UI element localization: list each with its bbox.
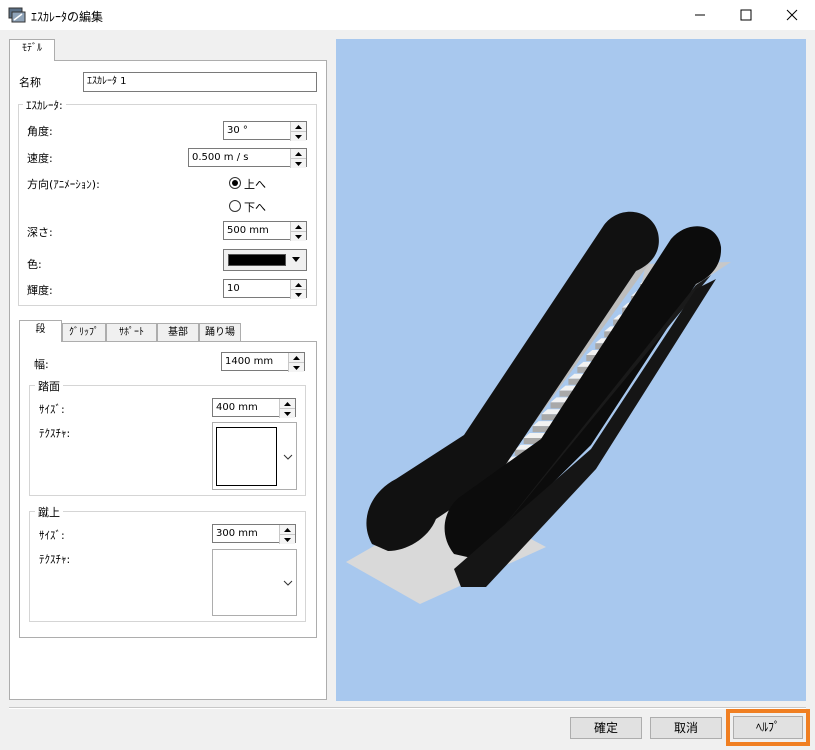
spin-up-icon[interactable] (291, 222, 306, 231)
subtab-base[interactable]: 基部 (157, 323, 199, 341)
tread-texture-preview (216, 427, 277, 486)
subtab-joint (20, 339, 61, 343)
spin-up-icon[interactable] (291, 122, 306, 131)
escalator-group-title: ｴｽｶﾚｰﾀ: (23, 97, 66, 113)
angle-stepper[interactable] (290, 122, 306, 141)
brightness-input[interactable]: 10 (223, 279, 307, 299)
chevron-down-icon (283, 580, 293, 586)
escalator-model (346, 211, 731, 604)
help-button[interactable]: ﾍﾙﾌﾟ (733, 716, 803, 739)
color-picker[interactable] (223, 249, 307, 271)
dropdown-arrow-icon (292, 257, 300, 262)
tread-size-input[interactable]: 400 mm (212, 398, 296, 418)
speed-label: 速度: (27, 152, 53, 165)
direction-label: 方向(ｱﾆﾒｰｼｮﾝ): (27, 178, 100, 191)
tread-size-label: ｻｲｽﾞ: (39, 403, 65, 416)
spin-down-icon[interactable] (291, 158, 306, 168)
spin-up-icon[interactable] (291, 149, 306, 158)
depth-value: 500 mm (227, 225, 269, 236)
footer-divider-highlight (9, 708, 806, 709)
color-label: 色: (27, 258, 42, 271)
riser-group-title: 蹴上 (35, 504, 63, 520)
minimize-icon (695, 14, 705, 16)
brightness-label: 輝度: (27, 284, 53, 297)
brightness-stepper[interactable] (290, 280, 306, 299)
riser-size-input[interactable]: 300 mm (212, 524, 296, 544)
spin-up-icon[interactable] (291, 280, 306, 289)
tread-texture-dropdown[interactable] (212, 422, 297, 490)
minimize-button[interactable] (677, 0, 723, 30)
chevron-down-icon (283, 454, 293, 460)
width-value: 1400 mm (225, 356, 274, 367)
title-bar: ｴｽｶﾚｰﾀの編集 (0, 0, 815, 30)
riser-size-value: 300 mm (216, 528, 258, 539)
depth-label: 深さ: (27, 226, 53, 239)
riser-size-label: ｻｲｽﾞ: (39, 529, 65, 542)
close-button[interactable] (769, 0, 815, 30)
angle-value: 30 ° (227, 125, 248, 136)
maximize-icon (740, 9, 752, 21)
width-stepper[interactable] (288, 353, 304, 372)
riser-size-stepper[interactable] (279, 525, 295, 544)
spin-down-icon[interactable] (280, 534, 295, 544)
tread-size-stepper[interactable] (279, 399, 295, 418)
riser-texture-dropdown[interactable] (212, 549, 297, 616)
color-swatch (228, 254, 286, 266)
direction-down-radio[interactable] (229, 200, 241, 212)
width-label: 幅: (34, 358, 49, 371)
escalator-app-icon (8, 7, 26, 23)
subtab-support[interactable]: ｻﾎﾟｰﾄ (106, 323, 157, 341)
spin-up-icon[interactable] (280, 399, 295, 408)
riser-texture-label: ﾃｸｽﾁｬ: (39, 553, 71, 566)
ok-button[interactable]: 確定 (570, 717, 642, 739)
speed-input[interactable]: 0.500 m / s (188, 148, 307, 168)
tread-size-value: 400 mm (216, 402, 258, 413)
tab-joint (10, 58, 54, 62)
angle-input[interactable]: 30 ° (223, 121, 307, 141)
subtab-grip[interactable]: ｸﾞﾘｯﾌﾟ (62, 323, 106, 341)
spin-up-icon[interactable] (280, 525, 295, 534)
name-label: 名称 (19, 76, 41, 89)
name-input[interactable]: ｴｽｶﾚｰﾀ 1 (83, 72, 317, 92)
tread-group-title: 踏面 (35, 378, 63, 394)
depth-stepper[interactable] (290, 222, 306, 241)
subtab-landing[interactable]: 踊り場 (199, 323, 241, 341)
speed-stepper[interactable] (290, 149, 306, 168)
cancel-button[interactable]: 取消 (650, 717, 722, 739)
direction-up-radio[interactable] (229, 177, 241, 189)
width-input[interactable]: 1400 mm (221, 352, 305, 372)
spin-down-icon[interactable] (280, 408, 295, 418)
spin-down-icon[interactable] (291, 231, 306, 241)
spin-up-icon[interactable] (289, 353, 304, 362)
direction-down-label[interactable]: 下へ (244, 199, 266, 215)
close-icon (786, 9, 798, 21)
maximize-button[interactable] (723, 0, 769, 30)
depth-input[interactable]: 500 mm (223, 221, 307, 241)
speed-value: 0.500 m / s (192, 152, 249, 163)
escalator-3d-preview[interactable] (336, 39, 806, 701)
spin-down-icon[interactable] (291, 289, 306, 299)
angle-label: 角度: (27, 125, 53, 138)
spin-down-icon[interactable] (289, 362, 304, 372)
tread-texture-label: ﾃｸｽﾁｬ: (39, 427, 71, 440)
brightness-value: 10 (227, 283, 240, 294)
spin-down-icon[interactable] (291, 131, 306, 141)
direction-up-label[interactable]: 上へ (244, 176, 266, 192)
window-title: ｴｽｶﾚｰﾀの編集 (31, 10, 104, 24)
